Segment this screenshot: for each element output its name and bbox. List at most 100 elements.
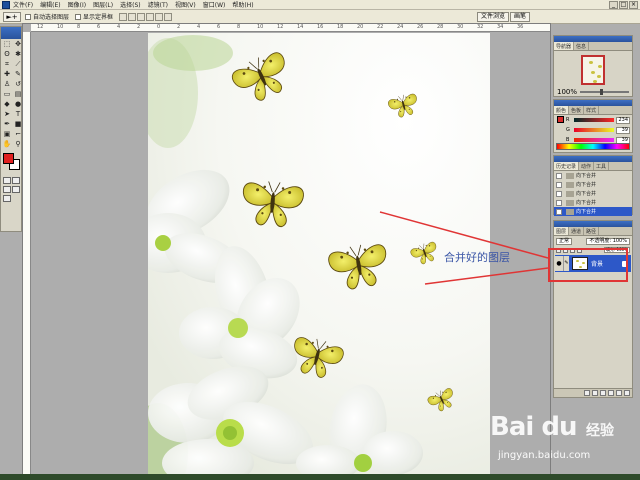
channel-g-slider[interactable] — [574, 128, 614, 132]
crop-tool-icon[interactable]: ⌗ — [2, 60, 12, 69]
document-canvas[interactable] — [148, 33, 490, 475]
history-snapshot-box[interactable] — [556, 199, 562, 206]
tab-actions[interactable]: 动作 — [579, 162, 595, 170]
tab-swatches[interactable]: 色板 — [569, 106, 585, 114]
tab-channels[interactable]: 通道 — [569, 227, 585, 235]
standard-mode-button[interactable] — [3, 177, 11, 184]
notes-tool-icon[interactable]: ▣ — [2, 130, 12, 139]
current-color-chip[interactable] — [557, 116, 564, 123]
lasso-tool-icon[interactable]: ʘ — [2, 50, 12, 59]
history-state-icon — [566, 172, 574, 179]
align-center-icon[interactable] — [155, 12, 164, 21]
menu-help[interactable]: 帮助(H) — [232, 0, 253, 9]
history-item-active[interactable]: 向下合并 — [554, 207, 632, 216]
color-spectrum-bar[interactable] — [556, 143, 630, 150]
auto-select-layer-label: 自动选择图层 — [33, 14, 70, 21]
file-browser-tab[interactable]: 文件浏览 — [476, 11, 509, 22]
history-item[interactable]: 向下合并 — [554, 171, 632, 180]
close-button[interactable]: × — [629, 0, 638, 9]
history-item-label: 向下合并 — [576, 173, 597, 179]
history-item-label: 向下合并 — [576, 209, 597, 215]
menu-select[interactable]: 选择(S) — [120, 0, 141, 9]
ruler-tick-label: 2 — [177, 24, 181, 30]
ruler-tick-label: 12 — [277, 24, 284, 30]
tab-layers[interactable]: 图层 — [554, 227, 570, 235]
blur-tool-icon[interactable]: ◆ — [2, 100, 12, 109]
layer-set-icon[interactable] — [600, 390, 606, 396]
channel-r-slider[interactable] — [574, 118, 614, 122]
show-transform-checkbox[interactable]: 显示定界框 — [75, 12, 113, 21]
history-item-label: 向下合并 — [576, 191, 597, 197]
history-item[interactable]: 向下合并 — [554, 180, 632, 189]
pen-tool-icon[interactable]: ✒ — [2, 120, 12, 129]
eraser-tool-icon[interactable]: ▭ — [2, 90, 12, 99]
tab-color[interactable]: 颜色 — [554, 106, 570, 114]
tab-navigator[interactable]: 导航器 — [554, 42, 575, 50]
annotation-label: 合并好的图层 — [444, 251, 510, 264]
opacity-field[interactable]: 不透明度: 100% — [586, 237, 630, 245]
hand-tool-icon[interactable]: ✋ — [2, 140, 12, 149]
tab-paths[interactable]: 路径 — [584, 227, 600, 235]
adjustment-layer-icon[interactable] — [608, 390, 614, 396]
healing-brush-tool-icon[interactable]: ✚ — [2, 70, 12, 79]
tool-preset-picker[interactable]: ►+ — [3, 11, 21, 22]
jump-to-imageready-button[interactable] — [3, 195, 11, 202]
layer-mask-icon[interactable] — [592, 390, 598, 396]
ruler-tick-label: 14 — [297, 24, 304, 30]
align-middle-icon[interactable] — [128, 12, 137, 21]
foreground-color-swatch[interactable] — [3, 153, 14, 164]
menu-image[interactable]: 图像(I) — [68, 0, 86, 9]
menu-edit[interactable]: 编辑(E) — [40, 0, 60, 9]
tab-history[interactable]: 历史记录 — [554, 162, 580, 170]
align-top-icon[interactable] — [119, 12, 128, 21]
checkbox-box — [75, 13, 82, 20]
history-item[interactable]: 向下合并 — [554, 189, 632, 198]
horizontal-ruler: 12 10 8 6 4 2 0 2 4 6 8 10 12 14 16 18 20 22 24 26 28 30 32 34 3… — [31, 24, 550, 32]
new-layer-icon[interactable] — [616, 390, 622, 396]
tab-info[interactable]: 信息 — [574, 42, 590, 50]
menu-view[interactable]: 视图(V) — [175, 0, 196, 9]
blend-mode-select[interactable]: 正常 — [556, 237, 573, 245]
checkbox-box — [25, 13, 31, 20]
clone-stamp-tool-icon[interactable]: ♙ — [2, 80, 12, 89]
history-snapshot-box[interactable] — [556, 181, 562, 188]
navigator-zoom-value[interactable]: 100% — [557, 88, 577, 96]
history-snapshot-box[interactable] — [556, 208, 562, 215]
align-right-icon[interactable] — [164, 12, 173, 21]
channel-b-slider[interactable] — [574, 138, 614, 142]
minimize-button[interactable]: _ — [609, 0, 618, 9]
ruler-tick-label: 0 — [157, 24, 161, 30]
screen-mode-full-button[interactable] — [12, 186, 20, 193]
tab-styles[interactable]: 样式 — [584, 106, 600, 114]
menu-window[interactable]: 窗口(W) — [203, 0, 226, 9]
history-item[interactable]: 向下合并 — [554, 198, 632, 207]
history-snapshot-box[interactable] — [556, 172, 562, 179]
brushes-tab[interactable]: 画笔 — [509, 11, 530, 22]
ruler-tick-label: 34 — [497, 24, 504, 30]
quick-mask-mode-button[interactable] — [12, 177, 20, 184]
toolbox: ⬚ ✥ ʘ ✱ ⌗ ⟋ ✚ ✎ ♙ ↺ ▭ ▤ ◆ ● ➤ T ✒ ■ ▣ ⌐ … — [0, 26, 22, 232]
layer-style-icon[interactable] — [584, 390, 590, 396]
history-snapshot-box[interactable] — [556, 190, 562, 197]
menu-filter[interactable]: 滤镜(T) — [148, 0, 168, 9]
screen-mode-standard-button[interactable] — [3, 186, 11, 193]
maximize-button[interactable]: □ — [619, 0, 628, 9]
channel-g-value[interactable]: 39 — [616, 126, 630, 134]
channel-r-value[interactable]: 234 — [616, 116, 630, 124]
auto-select-layer-checkbox[interactable]: 自动选择图层 — [25, 12, 69, 21]
ruler-tick-label: 12 — [37, 24, 44, 30]
ruler-tick-label: 30 — [457, 24, 464, 30]
menu-file[interactable]: 文件(F) — [13, 0, 33, 9]
menu-layer[interactable]: 图层(L) — [93, 0, 113, 9]
layers-footer — [554, 388, 632, 397]
navigator-thumbnail[interactable] — [581, 55, 605, 85]
align-bottom-icon[interactable] — [137, 12, 146, 21]
delete-layer-icon[interactable] — [624, 390, 630, 396]
align-left-icon[interactable] — [146, 12, 155, 21]
path-selection-tool-icon[interactable]: ➤ — [2, 110, 12, 119]
annotation-highlight-box — [548, 248, 628, 282]
ruler-tick-label: 10 — [257, 24, 264, 30]
marquee-tool-icon[interactable]: ⬚ — [2, 40, 12, 49]
tab-tool-presets[interactable]: 工具 — [594, 162, 610, 170]
navigator-zoom-slider[interactable] — [580, 89, 629, 95]
